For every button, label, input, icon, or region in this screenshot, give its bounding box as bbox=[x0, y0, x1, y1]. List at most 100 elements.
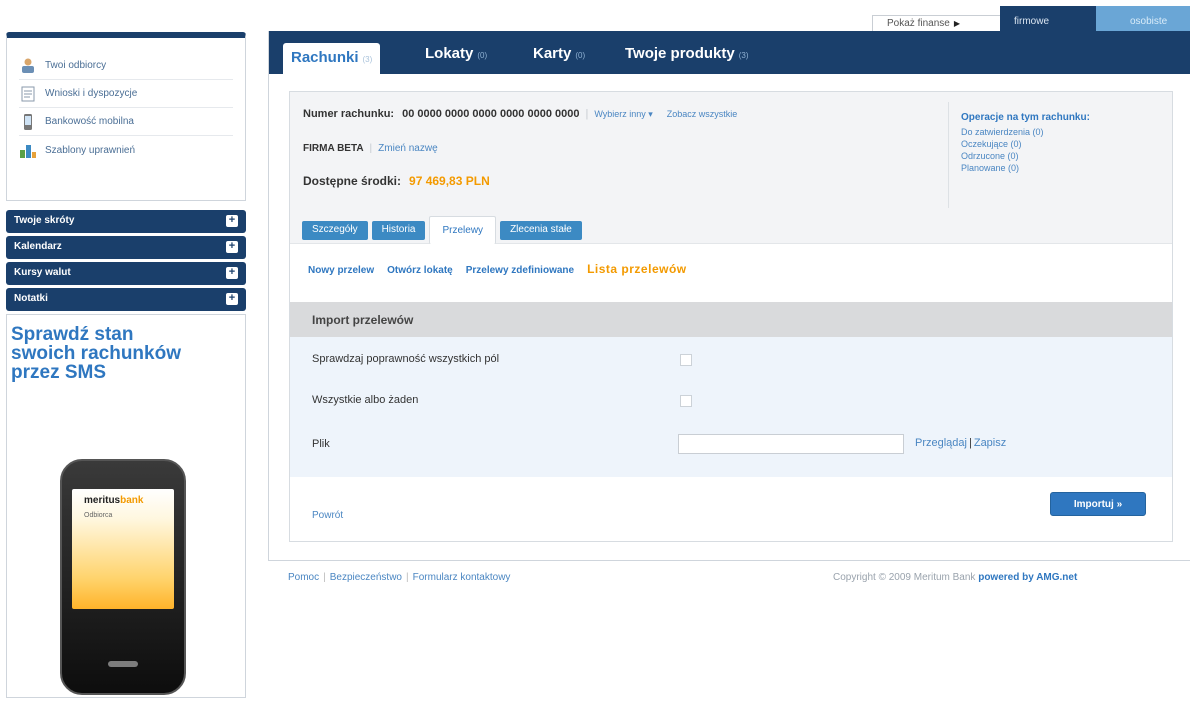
sidebar-section-shortcuts[interactable]: Twoje skróty + bbox=[6, 210, 246, 233]
subtab-standing-orders[interactable]: Zlecenia stałe bbox=[500, 221, 582, 240]
contact-form-link[interactable]: Formularz kontaktowy bbox=[413, 572, 511, 583]
tab-firm-label: firmowe bbox=[1014, 16, 1050, 27]
sidebar-item-mobile-banking[interactable]: Bankowość mobilna bbox=[19, 108, 233, 136]
permissions-icon bbox=[19, 142, 37, 158]
sidebar-section-calendar[interactable]: Kalendarz + bbox=[6, 236, 246, 259]
available-funds-value: 97 469,83 PLN bbox=[409, 174, 490, 188]
operation-link-pending-approval[interactable]: Do zatwierdzenia (0) bbox=[961, 126, 1168, 138]
tab-accounts[interactable]: Rachunki (3) bbox=[283, 43, 381, 74]
tab-count: (0) bbox=[477, 51, 488, 60]
transfer-list-link[interactable]: Lista przelewów bbox=[587, 262, 687, 276]
sidebar-item-requests[interactable]: Wnioski i dyspozycje bbox=[19, 80, 233, 108]
tab-label: Twoje produkty bbox=[625, 45, 735, 62]
subtab-transfers[interactable]: Przelewy bbox=[429, 216, 497, 244]
arrow-right-icon: ▶ bbox=[953, 19, 960, 28]
show-all-accounts-link[interactable]: Zobacz wszystkie bbox=[667, 109, 738, 119]
tab-private-label: osobiste bbox=[1130, 16, 1168, 27]
tab-count: (3) bbox=[738, 51, 749, 60]
product-tabs: Rachunki (3) Lokaty (0) Karty (0) Twoje pro… bbox=[269, 31, 1190, 74]
import-section-title: Import przelewów bbox=[290, 302, 1172, 337]
recipients-icon bbox=[19, 58, 37, 74]
file-label: Plik bbox=[312, 438, 330, 450]
file-input[interactable] bbox=[678, 434, 904, 454]
subtab-details[interactable]: Szczegóły bbox=[302, 221, 368, 240]
tab-label: Karty bbox=[533, 45, 572, 62]
mobile-icon bbox=[19, 113, 37, 130]
expand-icon[interactable]: + bbox=[226, 267, 238, 279]
section-label: Notatki bbox=[14, 293, 48, 304]
tab-label: Rachunki bbox=[291, 49, 359, 66]
expand-icon[interactable]: + bbox=[226, 293, 238, 305]
operation-link-rejected[interactable]: Odrzucone (0) bbox=[961, 150, 1168, 162]
browse-link[interactable]: Przeglądaj bbox=[915, 437, 967, 449]
copyright-text: Copyright © 2009 Meritum Bank bbox=[833, 572, 976, 583]
account-panel: Numer rachunku: 00 0000 0000 0000 0000 00… bbox=[289, 91, 1173, 542]
footer-links: Pomoc | Bezpieczeństwo | Formularz kontaktow… bbox=[288, 572, 511, 583]
show-finance-label: Pokaż finanse bbox=[887, 18, 950, 29]
available-funds: Dostępne środki: 97 469,83 PLN bbox=[303, 174, 490, 188]
operation-link-planned[interactable]: Planowane (0) bbox=[961, 162, 1168, 174]
new-transfer-link[interactable]: Nowy przelew bbox=[308, 265, 374, 276]
account-subtabs: Szczegóły Historia Przelewy Zlecenia stałe bbox=[302, 216, 586, 244]
defined-transfers-link[interactable]: Przelewy zdefiniowane bbox=[466, 265, 574, 276]
security-link[interactable]: Bezpieczeństwo bbox=[330, 572, 402, 583]
sidebar-links-box: Twoi odbiorcy Wnioski i dyspozycje Banko… bbox=[6, 32, 246, 201]
tab-count: (0) bbox=[575, 51, 586, 60]
all-or-none-checkbox[interactable] bbox=[680, 395, 692, 407]
account-info: Numer rachunku: 00 0000 0000 0000 0000 00… bbox=[290, 92, 1172, 244]
sidebar-item-recipients[interactable]: Twoi odbiorcy bbox=[19, 52, 233, 80]
sidebar-item-label: Twoi odbiorcy bbox=[45, 60, 107, 71]
sidebar-section-exchange-rates[interactable]: Kursy walut + bbox=[6, 262, 246, 285]
main-content: Rachunki (3) Lokaty (0) Karty (0) Twoje pro… bbox=[268, 31, 1190, 561]
show-finance-toggle[interactable]: Pokaż finanse ▶ bbox=[872, 15, 1002, 31]
top-bar: Pokaż finanse ▶ firmowe osobiste bbox=[0, 0, 1190, 31]
phone-button bbox=[108, 661, 138, 667]
expand-icon[interactable]: + bbox=[226, 241, 238, 253]
sidebar-item-label: Bankowość mobilna bbox=[45, 116, 134, 127]
rename-link[interactable]: Zmień nazwę bbox=[378, 143, 437, 154]
firm-row: FIRMA BETA | Zmień nazwę bbox=[303, 143, 438, 154]
section-label: Kalendarz bbox=[14, 241, 62, 252]
operation-link-waiting[interactable]: Oczekujące (0) bbox=[961, 138, 1168, 150]
sidebar-item-label: Wnioski i dyspozycje bbox=[45, 88, 138, 99]
tab-deposits[interactable]: Lokaty (0) bbox=[425, 45, 487, 62]
subtab-history[interactable]: Historia bbox=[371, 221, 426, 240]
file-actions: Przeglądaj | Zapisz bbox=[915, 437, 1007, 449]
phone-brand-logo: meritusbank bbox=[84, 495, 144, 506]
save-link[interactable]: Zapisz bbox=[974, 437, 1006, 449]
sidebar-item-label: Szablony uprawnień bbox=[45, 144, 136, 156]
available-funds-label: Dostępne środki: bbox=[303, 174, 402, 188]
tab-cards[interactable]: Karty (0) bbox=[533, 45, 585, 62]
tab-count: (3) bbox=[362, 55, 373, 64]
transfer-actions: Nowy przelew Otwórz lokatę Przelewy zdefin… bbox=[308, 262, 700, 276]
account-number-row: Numer rachunku: 00 0000 0000 0000 0000 00… bbox=[303, 108, 738, 120]
open-deposit-link[interactable]: Otwórz lokatę bbox=[387, 265, 453, 276]
validate-fields-label: Sprawdzaj poprawność wszystkich pól bbox=[312, 353, 500, 365]
back-link[interactable]: Powrót bbox=[312, 510, 343, 521]
help-link[interactable]: Pomoc bbox=[288, 572, 319, 583]
ad-headline-line-3: przez SMS bbox=[11, 362, 107, 383]
ad-headline-line-2: swoich rachunków bbox=[11, 343, 181, 364]
phone-image: meritusbank Odbiorca bbox=[60, 459, 186, 695]
validate-fields-checkbox[interactable] bbox=[680, 354, 692, 366]
choose-other-account-link[interactable]: Wybierz inny ▾ bbox=[594, 109, 652, 119]
sidebar-sections: Twoje skróty + Kalendarz + Kursy walut +… bbox=[6, 210, 246, 311]
section-label: Kursy walut bbox=[14, 267, 71, 278]
footer-copyright: Copyright © 2009 Meritum Bank powered by… bbox=[833, 572, 1077, 583]
sidebar-item-permission-templates[interactable]: Szablony uprawnień bbox=[19, 136, 233, 164]
tab-firm[interactable]: firmowe bbox=[1000, 6, 1096, 31]
sms-advertisement[interactable]: Sprawdź stan swoich rachunków przez SMS … bbox=[6, 314, 246, 698]
phone-screen-text: Odbiorca bbox=[84, 512, 113, 519]
tab-your-products[interactable]: Twoje produkty (3) bbox=[625, 45, 749, 62]
operations-title: Operacje na tym rachunku: bbox=[961, 112, 1090, 123]
expand-icon[interactable]: + bbox=[226, 215, 238, 227]
phone-screen: meritusbank Odbiorca bbox=[72, 489, 174, 609]
account-number-label: Numer rachunku: bbox=[303, 108, 395, 120]
all-or-none-label: Wszystkie albo żaden bbox=[312, 394, 419, 406]
section-label: Twoje skróty bbox=[14, 215, 75, 226]
tab-private[interactable]: osobiste bbox=[1096, 6, 1190, 31]
sidebar-section-notes[interactable]: Notatki + bbox=[6, 288, 246, 311]
powered-by-link[interactable]: powered by AMG.net bbox=[978, 572, 1077, 583]
firm-name: FIRMA BETA bbox=[303, 143, 364, 154]
import-button[interactable]: Importuj » bbox=[1050, 492, 1146, 516]
